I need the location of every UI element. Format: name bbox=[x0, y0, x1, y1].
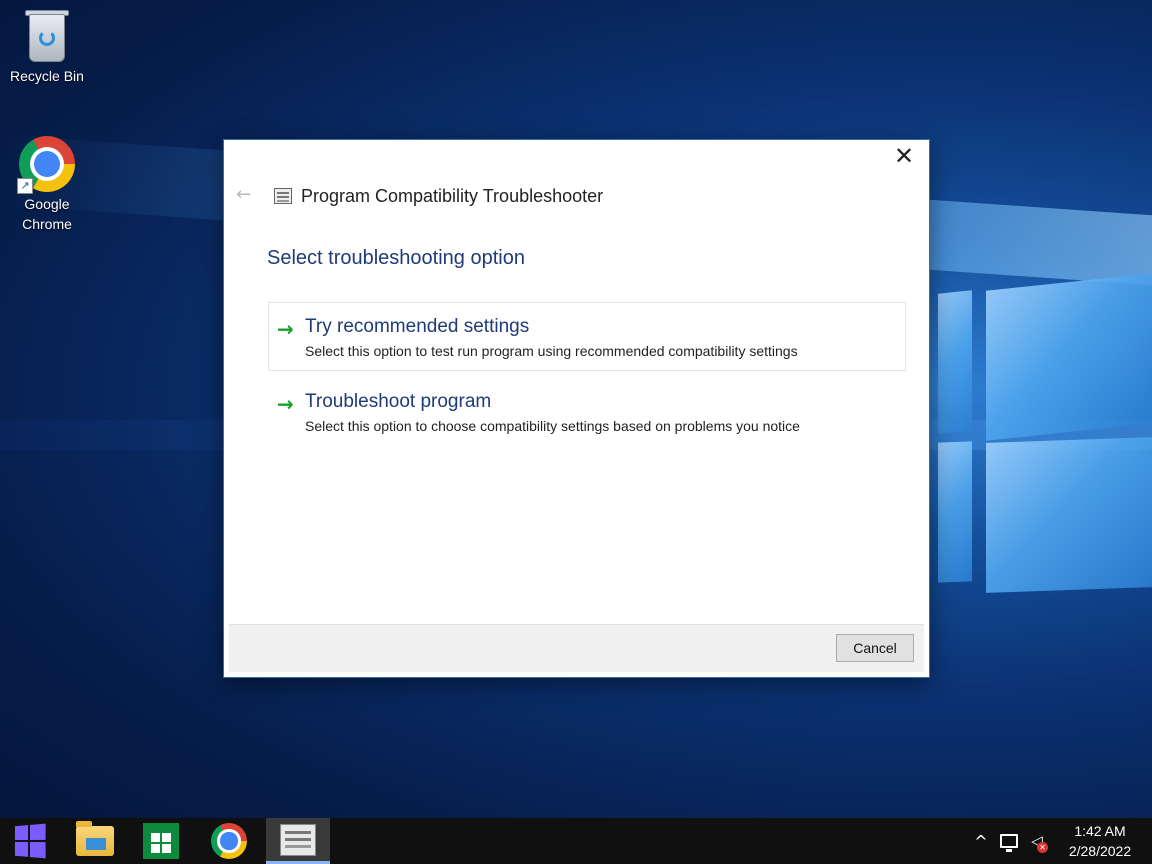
volume-button[interactable]: ◁ ✕ bbox=[1024, 818, 1050, 864]
chrome-icon bbox=[211, 823, 247, 859]
chevron-up-icon: ^ bbox=[974, 831, 988, 851]
troubleshooter-icon bbox=[274, 188, 292, 204]
option-title: Troubleshoot program bbox=[305, 391, 492, 412]
page-heading: Select troubleshooting option bbox=[267, 247, 525, 269]
option-title: Try recommended settings bbox=[305, 316, 530, 337]
back-button[interactable]: ← bbox=[236, 184, 251, 205]
taskbar-microsoft-store[interactable] bbox=[132, 818, 190, 864]
wallpaper-windows-logo bbox=[930, 270, 1152, 600]
clock-time: 1:42 AM bbox=[1074, 823, 1126, 839]
recycle-bin-icon bbox=[19, 8, 75, 64]
troubleshooter-icon bbox=[280, 823, 316, 856]
desktop-icon-label: Recycle Bin bbox=[10, 68, 84, 84]
show-hidden-icons-button[interactable]: ^ bbox=[968, 818, 994, 864]
desktop-icon-label-line2: Chrome bbox=[22, 216, 72, 232]
option-description: Select this option to test run program u… bbox=[305, 343, 798, 359]
desktop-icon-label-line1: Google bbox=[24, 196, 70, 212]
green-arrow-icon: → bbox=[277, 392, 294, 416]
network-button[interactable] bbox=[996, 818, 1022, 864]
green-arrow-icon: → bbox=[277, 317, 294, 341]
option-description: Select this option to choose compatibili… bbox=[305, 418, 800, 434]
desktop-icon-recycle-bin[interactable]: Recycle Bin bbox=[2, 8, 92, 86]
dialog-title: Program Compatibility Troubleshooter bbox=[301, 186, 604, 206]
windows-logo-icon bbox=[14, 823, 46, 859]
taskbar-google-chrome[interactable] bbox=[200, 818, 258, 864]
troubleshooter-dialog: ✕ ← Program Compatibility Troubleshooter… bbox=[223, 139, 930, 678]
start-button[interactable] bbox=[0, 818, 58, 864]
cancel-button[interactable]: Cancel bbox=[836, 634, 914, 662]
store-bag-icon bbox=[143, 823, 179, 859]
shortcut-arrow-icon: ↗ bbox=[17, 178, 33, 194]
desktop-icon-google-chrome[interactable]: ↗ Google Chrome bbox=[2, 136, 92, 234]
taskbar-file-explorer[interactable] bbox=[66, 818, 124, 864]
folder-icon bbox=[76, 821, 114, 856]
option-try-recommended-settings[interactable]: → Try recommended settings Select this o… bbox=[268, 302, 906, 371]
close-icon: ✕ bbox=[893, 142, 915, 170]
taskbar-troubleshooter[interactable] bbox=[266, 818, 330, 864]
taskbar-clock[interactable]: 1:42 AM 2/28/2022 bbox=[1054, 821, 1146, 861]
option-troubleshoot-program[interactable]: → Troubleshoot program Select this optio… bbox=[268, 377, 906, 446]
close-button[interactable]: ✕ bbox=[887, 142, 921, 170]
clock-date: 2/28/2022 bbox=[1068, 843, 1132, 859]
taskbar: ^ ◁ ✕ 1:42 AM 2/28/2022 bbox=[0, 818, 1152, 864]
network-icon bbox=[1000, 834, 1018, 852]
dialog-footer: Cancel bbox=[229, 624, 924, 672]
back-arrow-icon: ← bbox=[236, 184, 252, 205]
chrome-icon: ↗ bbox=[17, 136, 75, 194]
mute-icon: ✕ bbox=[1037, 842, 1048, 853]
